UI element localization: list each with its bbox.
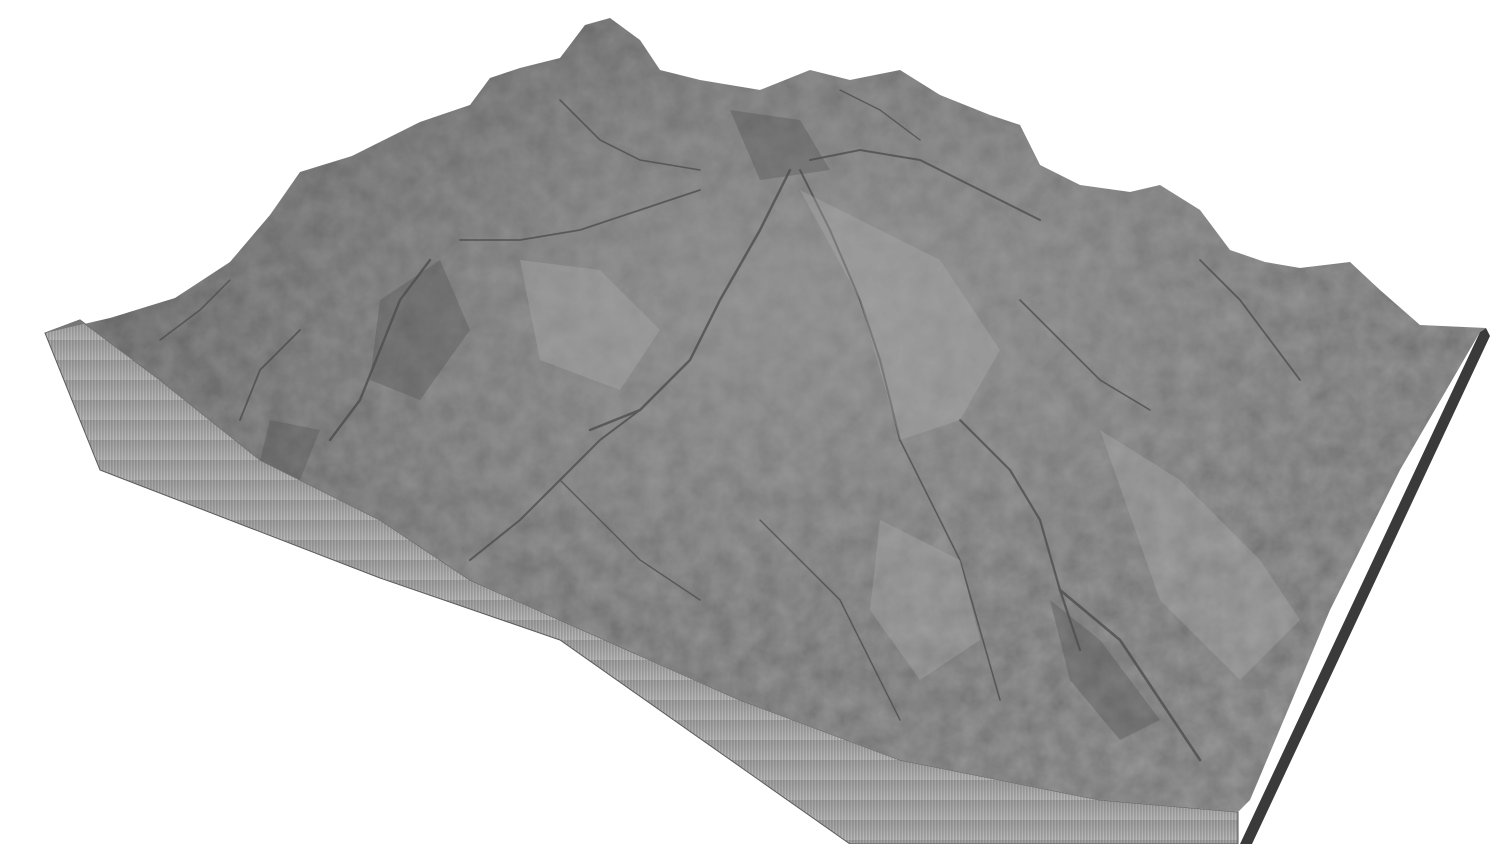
terrain-render (44, 18, 1490, 844)
terrain-viewport (0, 0, 1500, 844)
